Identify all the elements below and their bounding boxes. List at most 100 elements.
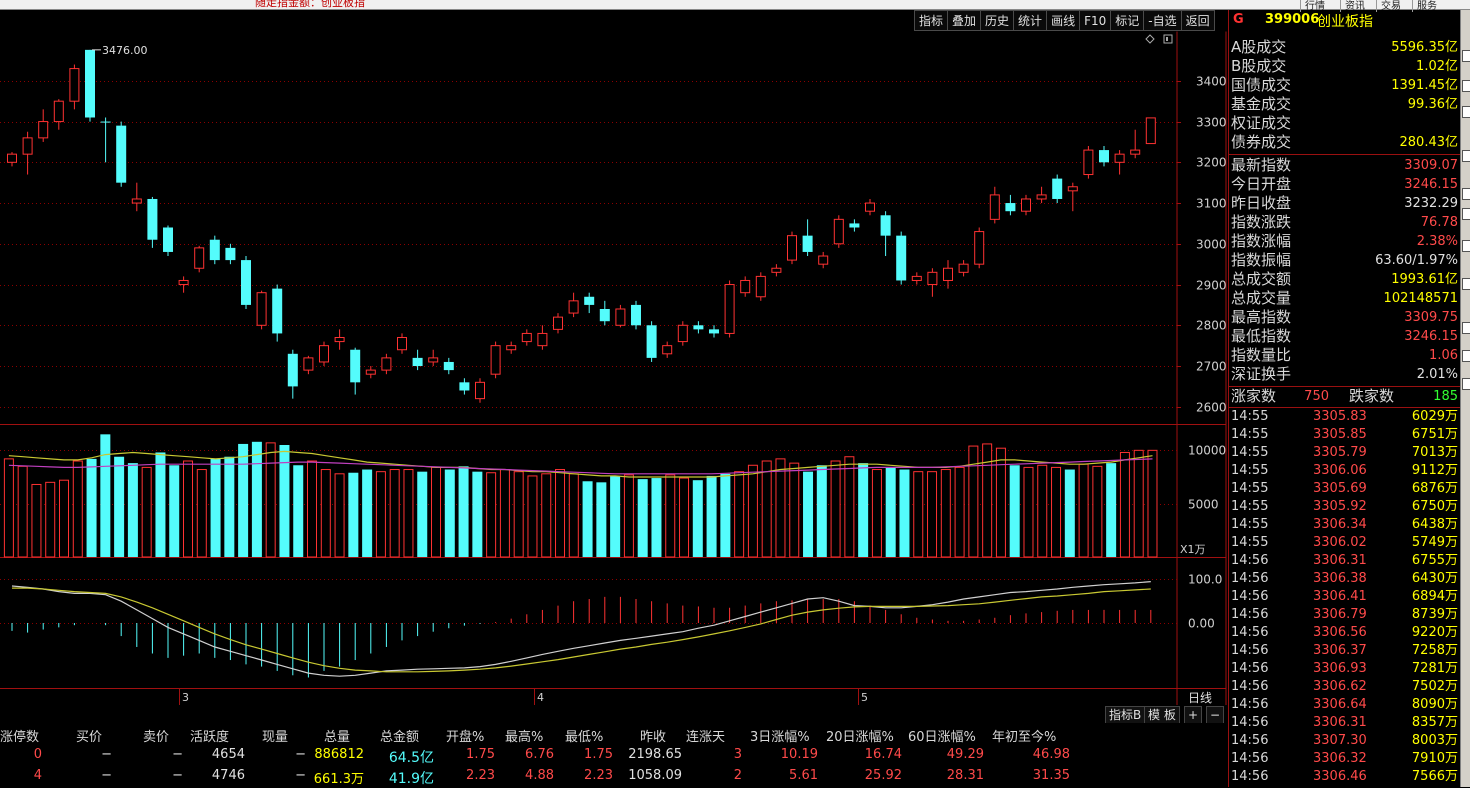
tick-price: 3306.37 (1313, 643, 1367, 658)
table-header[interactable]: 60日涨幅% (908, 726, 976, 745)
index-stat-row: 最低指数 3246.15 (1229, 327, 1461, 346)
template-button[interactable]: 模 板 (1144, 706, 1180, 724)
tick-volume: 6755万 (1411, 553, 1458, 568)
side-button-9[interactable] (1462, 322, 1470, 334)
chart-corner-icons[interactable] (1145, 34, 1173, 44)
volume-ma-line (8, 458, 1153, 475)
turnover-row: 基金成交 99.36亿 (1229, 95, 1461, 114)
volume-bar (127, 463, 138, 557)
table-cell: − (172, 768, 183, 783)
table-header[interactable]: 总量 (324, 726, 350, 745)
volume-bar (499, 469, 510, 558)
row-value: 1.02亿 (1416, 59, 1458, 74)
kline-chart[interactable]: 3400 3300 3200 3100 3000 2900 2800 2700 2600 1000… (0, 31, 1228, 705)
back-button[interactable]: 返回 (1180, 10, 1215, 31)
side-button-6[interactable] (1462, 208, 1470, 220)
candle-body (927, 271, 938, 286)
side-button-8[interactable] (1462, 278, 1470, 290)
tick-price: 3306.31 (1313, 553, 1367, 568)
f10-button[interactable]: F10 (1079, 10, 1111, 31)
draw-line-button[interactable]: 画线 (1046, 10, 1080, 31)
stats-button[interactable]: 统计 (1013, 10, 1047, 31)
candle-body (272, 288, 283, 334)
row-label: B股成交 (1231, 57, 1287, 75)
overlay-button[interactable]: 叠加 (947, 10, 981, 31)
side-button-5[interactable] (1462, 188, 1470, 200)
mark-button[interactable]: 标记 (1110, 10, 1144, 31)
side-button-1[interactable] (1462, 50, 1470, 62)
candle-body (1099, 150, 1109, 163)
table-header[interactable]: 3日涨幅% (750, 726, 810, 745)
table-cell: 4746 (211, 768, 245, 783)
table-header[interactable]: 开盘% (446, 726, 484, 745)
zoom-in-button[interactable]: + (1184, 706, 1203, 724)
row-label: 最低指数 (1231, 327, 1292, 345)
table-header[interactable]: 连涨天 (686, 726, 725, 745)
table-cell: 49.29 (946, 747, 984, 762)
tick-row: 14:55 3306.02 5749万 (1229, 534, 1461, 552)
table-header[interactable]: 总金额 (380, 726, 419, 745)
side-button-4[interactable] (1462, 150, 1470, 162)
side-button-3[interactable] (1462, 106, 1470, 118)
row-label: 指数涨跌 (1231, 213, 1292, 231)
volume-bar (541, 473, 552, 558)
volume-bar (885, 467, 896, 557)
candle-body (958, 263, 969, 273)
indicator-button[interactable]: 指标 (914, 10, 948, 31)
side-button-11[interactable] (1462, 378, 1470, 390)
candle-body (116, 125, 127, 183)
history-button[interactable]: 历史 (980, 10, 1014, 31)
table-cell: 1.75 (584, 747, 613, 762)
row-value: 1993.61亿 (1391, 272, 1458, 287)
tick-volume: 8357万 (1411, 715, 1458, 730)
table-header[interactable]: 最低% (565, 726, 603, 745)
table-cell: − (101, 768, 112, 783)
tick-price: 3306.41 (1313, 589, 1367, 604)
volume-bar (17, 465, 28, 558)
candle-body (287, 353, 298, 387)
table-header[interactable]: 现量 (262, 726, 288, 745)
table-header[interactable]: 买价 (76, 726, 102, 745)
row-label: 今日开盘 (1231, 175, 1292, 193)
table-header[interactable]: 20日涨幅% (826, 726, 894, 745)
tick-time: 14:56 (1231, 589, 1269, 604)
index-stat-row: 指数振幅 63.60/1.97% (1229, 251, 1461, 270)
volume-bar (651, 478, 662, 557)
candle-body (256, 292, 267, 326)
zoom-out-button[interactable]: − (1206, 706, 1225, 724)
table-header[interactable]: 年初至今% (992, 726, 1056, 745)
table-header[interactable]: 昨收 (640, 726, 666, 745)
table-header[interactable]: 卖价 (143, 726, 169, 745)
candle-body (849, 223, 860, 228)
volume-bar (293, 465, 304, 557)
candle-body (412, 357, 423, 367)
side-button-2[interactable] (1462, 80, 1470, 92)
tick-row: 14:55 3305.83 6029万 (1229, 408, 1461, 426)
volume-unit-label: X1万 (1180, 543, 1206, 556)
index-stat-row: 最新指数 3309.07 (1229, 156, 1461, 175)
table-header[interactable]: 活跃度 (190, 726, 229, 745)
side-button-10[interactable] (1462, 350, 1470, 362)
indicator-b-button[interactable]: 指标B (1105, 706, 1146, 724)
tick-row: 14:56 3306.56 9220万 (1229, 624, 1461, 642)
row-label: 深证换手 (1231, 365, 1292, 383)
volume-bar (761, 460, 772, 558)
tick-row: 14:55 3306.06 9112万 (1229, 462, 1461, 480)
table-header[interactable]: 涨停数 (0, 726, 39, 745)
chart-grid (0, 31, 1227, 705)
price-tick-label: 3100 (1196, 197, 1227, 211)
diamond-icon (1145, 34, 1155, 44)
table-cell: 4 (33, 768, 42, 783)
side-button-7[interactable] (1462, 240, 1470, 252)
tick-time: 14:56 (1231, 571, 1269, 586)
candle-body (693, 325, 704, 330)
tick-price: 3306.06 (1313, 463, 1367, 478)
remove-watchlist-button[interactable]: -自选 (1143, 10, 1181, 31)
down-count-label: 跌家数 (1349, 387, 1395, 405)
tick-volume: 7281万 (1411, 661, 1458, 676)
row-label: 权证成交 (1231, 114, 1292, 132)
table-header[interactable]: 最高% (505, 726, 543, 745)
row-label: 基金成交 (1231, 95, 1292, 113)
quote-table: 涨停数 买价 卖价 活跃度 现量 总量 总金额 开盘% 最高% 最低% 昨收 连涨天 3日涨幅% 20日涨… (0, 723, 1226, 787)
row-label: 昨日收盘 (1231, 194, 1292, 212)
